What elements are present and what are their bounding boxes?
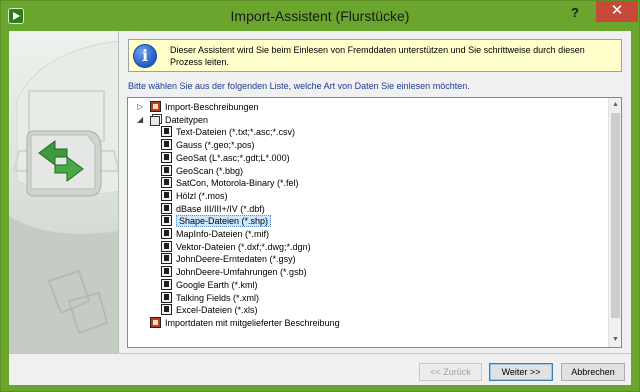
expand-arrow-icon[interactable]: ▷ bbox=[137, 103, 145, 111]
info-box: i Dieser Assistent wird Sie beim Einlese… bbox=[128, 39, 622, 72]
cancel-button[interactable]: Abbrechen bbox=[561, 363, 625, 381]
document-icon bbox=[161, 253, 172, 265]
tree-item-label: Dateitypen bbox=[165, 114, 209, 125]
tree-item-label: dBase III/III+/IV (*.dbf) bbox=[176, 203, 265, 214]
document-icon bbox=[161, 228, 172, 239]
tree-item-label: Shape-Dateien (*.shp) bbox=[176, 215, 272, 228]
document-icon bbox=[161, 304, 172, 316]
wizard-main-panel: i Dieser Assistent wird Sie beim Einlese… bbox=[119, 31, 631, 353]
info-icon: i bbox=[133, 44, 157, 68]
tree-scrollbar[interactable]: ▲ ▼ bbox=[608, 98, 621, 347]
document-icon bbox=[161, 278, 172, 290]
tree-item-label: MapInfo-Dateien (*.mif) bbox=[176, 229, 270, 239]
tree-item-label: Import-Beschreibungen bbox=[165, 102, 259, 112]
document-icon bbox=[161, 164, 172, 176]
info-text: Dieser Assistent wird Sie beim Einlesen … bbox=[170, 45, 585, 67]
tree-item-label: GeoScan (*.bbg) bbox=[176, 165, 244, 176]
document-icon bbox=[161, 177, 172, 189]
tree-item-label: Google Earth (*.kml) bbox=[176, 279, 258, 290]
document-icon bbox=[161, 189, 172, 201]
tree-item-label: Importdaten mit mitgelieferter Beschreib… bbox=[165, 317, 340, 328]
next-button[interactable]: Weiter >> bbox=[489, 363, 553, 381]
tree-item-label: JohnDeere-Umfahrungen (*.gsb) bbox=[176, 267, 307, 278]
document-icon bbox=[161, 215, 172, 227]
tree-item-label: Text-Dateien (*.txt;*.asc;*.csv) bbox=[176, 127, 296, 138]
button-bar-divider bbox=[9, 353, 631, 354]
import-icon bbox=[150, 316, 161, 328]
close-button[interactable]: ✕ bbox=[596, 1, 638, 22]
tree-item-label: SatCon, Motorola-Binary (*.fel) bbox=[176, 178, 299, 189]
tree-item[interactable]: Importdaten mit mitgelieferter Beschreib… bbox=[150, 316, 340, 330]
stack-icon bbox=[150, 113, 162, 126]
help-button[interactable]: ? bbox=[563, 3, 587, 25]
laptop-folder-illustration bbox=[9, 40, 118, 353]
document-icon bbox=[161, 240, 172, 252]
document-icon bbox=[161, 126, 172, 138]
scroll-down-arrow-icon[interactable]: ▼ bbox=[609, 333, 621, 347]
collapse-arrow-icon[interactable]: ◢ bbox=[137, 115, 145, 124]
document-icon bbox=[161, 202, 172, 214]
document-icon bbox=[161, 151, 172, 163]
data-type-tree[interactable]: ▷ Import-Beschreibungen ◢ Dateitypen Text-Da… bbox=[127, 97, 622, 348]
back-button[interactable]: << Zurück bbox=[419, 363, 482, 381]
tree-item-label: Excel-Dateien (*.xls) bbox=[176, 305, 258, 316]
window-title: Import-Assistent (Flurstücke) bbox=[230, 8, 410, 24]
selection-prompt: Bitte wählen Sie aus der folgenden Liste… bbox=[128, 81, 470, 91]
tree-item-label: Gauss (*.geo;*.pos) bbox=[176, 140, 255, 151]
tree-rows: ▷ Import-Beschreibungen ◢ Dateitypen Text-Da… bbox=[128, 98, 608, 347]
wizard-client-area: i Dieser Assistent wird Sie beim Einlese… bbox=[9, 31, 631, 385]
tree-item-label: JohnDeere-Erntedaten (*.gsy) bbox=[176, 254, 296, 265]
tree-item-label: Hölzl (*.mos) bbox=[176, 190, 228, 201]
scroll-thumb[interactable] bbox=[611, 113, 620, 318]
import-icon bbox=[150, 101, 161, 112]
title-bar: Import-Assistent (Flurstücke) ? ✕ bbox=[1, 1, 639, 30]
document-icon bbox=[161, 139, 172, 151]
scroll-up-arrow-icon[interactable]: ▲ bbox=[609, 98, 621, 112]
tree-item-label: GeoSat (L*.asc;*.gdt;L*.000) bbox=[176, 152, 290, 163]
document-icon bbox=[161, 291, 172, 303]
tree-item-label: Vektor-Dateien (*.dxf;*.dwg;*.dgn) bbox=[176, 241, 311, 252]
tree-item-label: Talking Fields (*.xml) bbox=[176, 292, 260, 303]
import-wizard-window: Import-Assistent (Flurstücke) ? ✕ i Dies… bbox=[0, 0, 640, 392]
document-icon bbox=[161, 266, 172, 278]
wizard-side-illustration bbox=[9, 31, 119, 353]
